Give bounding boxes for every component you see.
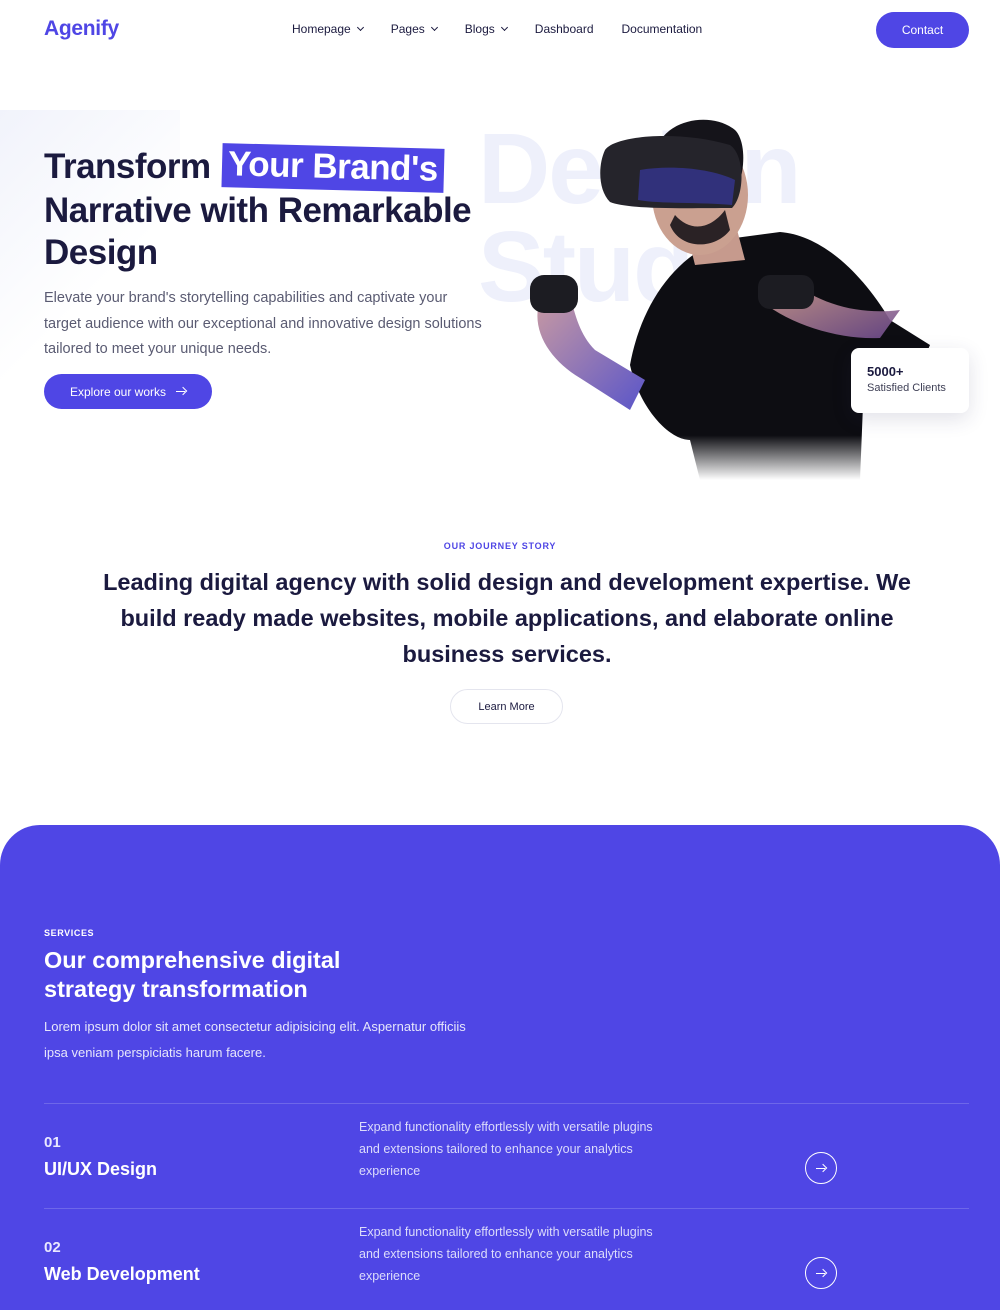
explore-works-label: Explore our works: [69, 384, 167, 399]
top-navigation: Agenify Homepage Pages Blogs Dashboard D…: [0, 0, 1000, 60]
service-name: UI/UX Design: [44, 1159, 158, 1179]
service-number: 02: [44, 1239, 61, 1256]
arrow-right-icon: [816, 1163, 826, 1173]
explore-works-button[interactable]: Explore our works: [44, 374, 212, 409]
story-kicker: OUR JOURNEY STORY: [443, 541, 557, 551]
menu-item-documentation[interactable]: Documentation: [622, 22, 703, 36]
service-row-uiux: 01 UI/UX Design Expand functionality eff…: [44, 1103, 969, 1207]
services-kicker: SERVICES: [44, 928, 95, 938]
menu-item-label: Blogs: [464, 22, 495, 36]
service-row-web-development: 02 Web Development Expand functionality …: [44, 1208, 969, 1310]
hero-title-pre: Transform: [44, 147, 211, 186]
menu-item-blogs[interactable]: Blogs: [464, 22, 508, 36]
hero-title-highlight: Your Brand's: [221, 143, 445, 193]
satisfied-clients-card: 5000+ Satisfied Clients: [851, 348, 969, 413]
hero-vr-person-image: [530, 119, 930, 480]
services-subtitle: Lorem ipsum dolor sit amet consectetur a…: [44, 1019, 466, 1060]
service-description: Expand functionality effortlessly with v…: [359, 1225, 653, 1283]
arrow-right-icon: [816, 1268, 826, 1278]
services-section: SERVICES Our comprehensive digital strat…: [0, 825, 1000, 1310]
menu-item-dashboard[interactable]: Dashboard: [535, 22, 594, 36]
story-title: Leading digital agency with solid design…: [103, 569, 911, 667]
hero-title-post: Narrative with Remarkable Design: [44, 191, 472, 272]
main-menu: Homepage Pages Blogs Dashboard Documenta…: [292, 22, 730, 36]
menu-item-label: Documentation: [621, 22, 703, 36]
service-name: Web Development: [44, 1264, 200, 1284]
menu-item-label: Pages: [390, 22, 425, 36]
chevron-down-icon: [356, 23, 364, 32]
menu-item-label: Homepage: [292, 22, 351, 36]
menu-item-pages[interactable]: Pages: [390, 22, 438, 36]
chevron-down-icon: [500, 23, 508, 32]
contact-button[interactable]: Contact: [876, 12, 969, 48]
hero-subtitle: Elevate your brand's storytelling capabi…: [44, 290, 482, 357]
learn-more-button[interactable]: Learn More: [450, 689, 563, 724]
menu-item-label: Dashboard: [534, 22, 594, 36]
service-description: Expand functionality effortlessly with v…: [359, 1120, 653, 1178]
stat-label: Satisfied Clients: [867, 382, 946, 394]
chevron-down-icon: [430, 23, 438, 32]
service-number: 01: [44, 1134, 61, 1151]
brand-logo[interactable]: Agenify: [44, 17, 119, 41]
service-open-button[interactable]: [805, 1152, 837, 1184]
service-open-button[interactable]: [805, 1257, 837, 1289]
menu-item-homepage[interactable]: Homepage: [292, 22, 364, 36]
hero-title: Transform Your Brand's Narrative with Re…: [44, 143, 504, 274]
services-title: Our comprehensive digital strategy trans…: [44, 947, 341, 1002]
arrow-right-icon: [176, 387, 186, 397]
stat-value: 5000+: [867, 364, 904, 379]
